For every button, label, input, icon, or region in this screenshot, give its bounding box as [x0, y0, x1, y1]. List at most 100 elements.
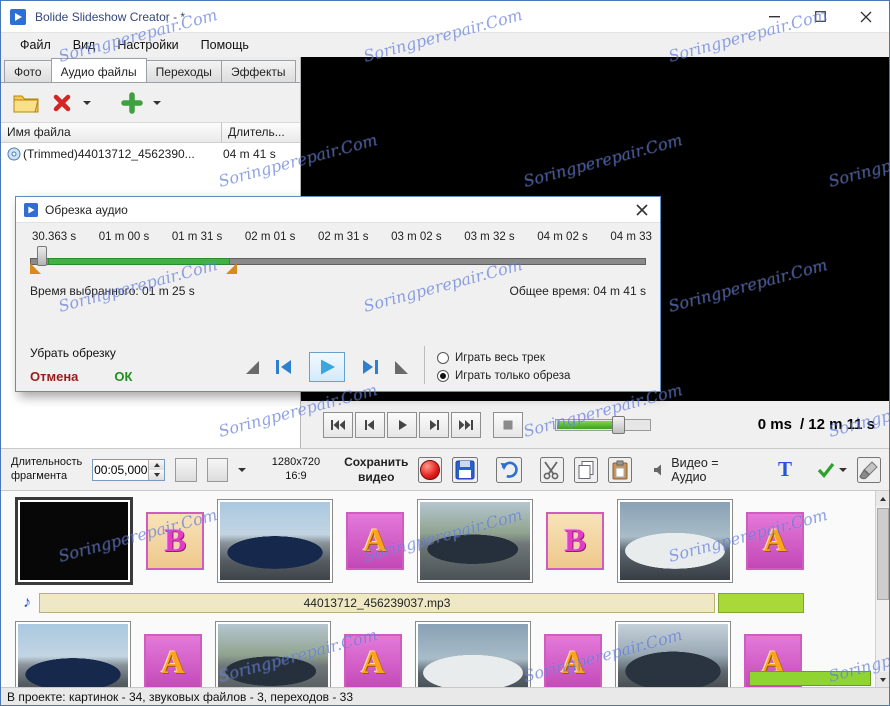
photo-thumb-2[interactable] [215, 621, 331, 687]
photo-thumb-2[interactable] [217, 499, 333, 583]
dialog-play-button[interactable] [309, 352, 345, 382]
scroll-down-arrow[interactable] [876, 672, 889, 687]
menu-item-0[interactable]: Файл [9, 35, 62, 55]
spin-down-button[interactable] [149, 469, 165, 480]
trim-audio-dialog: Обрезка аудио 30.363 s 01 m 00 s 01 m 31 s… [15, 196, 661, 392]
photo-thumb-6[interactable] [615, 621, 731, 687]
goto-end-button[interactable] [451, 411, 481, 438]
transition-tile-5[interactable]: B [546, 512, 604, 570]
trim-end-marker[interactable] [226, 263, 237, 274]
brush-tool-button[interactable] [857, 456, 881, 483]
delete-audio-button[interactable] [47, 88, 77, 118]
radio-play-full-track[interactable]: Играть весь трек [437, 352, 570, 364]
scroll-up-arrow[interactable] [876, 491, 889, 506]
next-frame-button[interactable] [419, 411, 449, 438]
apply-button[interactable] [816, 461, 847, 479]
tab-2[interactable]: Переходы [145, 60, 222, 82]
add-audio-button[interactable] [117, 88, 147, 118]
paste-button[interactable] [608, 456, 633, 483]
play-button[interactable] [387, 411, 417, 438]
tick-label-2: 01 m 31 s [171, 231, 223, 243]
volume-slider[interactable] [555, 415, 651, 434]
audio-segment-green-2[interactable] [749, 671, 871, 686]
delete-dropdown-caret[interactable] [83, 100, 91, 105]
stop-button[interactable] [493, 411, 523, 438]
dialog-skip-end-button[interactable] [358, 355, 382, 379]
time-display: 0 ms / 12 m 11 s [757, 416, 889, 433]
trim-start-marker[interactable] [30, 263, 41, 274]
set-start-marker-icon[interactable] [246, 360, 259, 374]
time-current: 0 ms [757, 416, 792, 433]
transition-tile-1[interactable]: B [146, 512, 204, 570]
close-button[interactable] [843, 1, 889, 32]
scrollbar-thumb[interactable] [877, 508, 889, 600]
audio-track-bar[interactable]: 44013712_456239037.mp3 [39, 593, 715, 613]
column-duration[interactable]: Длитель... [222, 123, 300, 142]
dialog-playback-controls [246, 352, 408, 384]
radio-play-trimmed-only[interactable]: Играть только обреза [437, 370, 570, 382]
photo-thumb-0[interactable] [15, 497, 133, 585]
transition-tile-1[interactable]: A [144, 634, 202, 687]
menu-item-2[interactable]: Настройки [106, 35, 189, 55]
undo-button[interactable] [496, 456, 523, 483]
add-dropdown-caret[interactable] [153, 100, 161, 105]
remove-trim-link[interactable]: Убрать обрезку [30, 346, 218, 360]
column-filename[interactable]: Имя файла [1, 123, 222, 142]
copy-button[interactable] [574, 456, 599, 483]
cancel-button[interactable]: Отмена [30, 369, 78, 384]
minimize-button[interactable] [751, 1, 797, 32]
apply-dropdown-caret[interactable] [838, 467, 847, 472]
dialog-ticks: 30.363 s 01 m 00 s 01 m 31 s 02 m 01 s 02 m … [16, 223, 660, 243]
slider-selected-range[interactable] [48, 258, 230, 265]
cut-button[interactable] [540, 456, 565, 483]
save-project-button[interactable] [452, 456, 479, 483]
selected-time-label: Время выбранного: 01 m 25 s [30, 284, 195, 298]
photo-thumb-4[interactable] [415, 621, 531, 687]
storyboard-row-1: BABA [15, 497, 889, 585]
status-text: В проекте: картинок - 34, звуковых файло… [7, 690, 354, 704]
transition-tile-3[interactable]: A [344, 634, 402, 687]
text-tool-button[interactable]: T [774, 457, 796, 482]
transition-tile-3[interactable]: A [346, 512, 404, 570]
open-folder-button[interactable] [11, 88, 41, 118]
brush-icon [859, 460, 878, 479]
photo-thumb-4[interactable] [417, 499, 533, 583]
volume-handle[interactable] [612, 415, 625, 434]
storyboard-scrollbar[interactable] [875, 491, 889, 687]
set-end-marker-icon[interactable] [395, 360, 408, 374]
color-button-1[interactable] [175, 457, 197, 482]
transition-letter: A [361, 644, 385, 681]
goto-start-button[interactable] [323, 411, 353, 438]
video-audio-toggle[interactable]: Видео = Аудио [652, 456, 746, 484]
dialog-close-icon[interactable] [632, 200, 652, 220]
color-dropdown-caret[interactable] [237, 467, 246, 472]
photo-thumb-6[interactable] [617, 499, 733, 583]
save-video-label[interactable]: Сохранить видео [344, 455, 408, 484]
menu-item-3[interactable]: Помощь [190, 35, 260, 55]
window-title: Bolide Slideshow Creator - * [35, 9, 186, 24]
radio-icon-checked[interactable] [437, 370, 449, 382]
tick-label-8: 04 m 33 [610, 231, 652, 243]
audio-segment-green[interactable] [718, 593, 804, 613]
tab-0[interactable]: Фото [4, 60, 52, 82]
record-button[interactable] [418, 456, 443, 483]
copy-icon [578, 460, 594, 479]
prev-frame-button[interactable] [355, 411, 385, 438]
menu-item-1[interactable]: Вид [62, 35, 107, 55]
dialog-skip-start-button[interactable] [272, 355, 296, 379]
photo-thumb-0[interactable] [15, 621, 131, 687]
resolution-label: 1280x720 16:9 [271, 456, 321, 482]
radio-icon-unchecked[interactable] [437, 352, 449, 364]
spin-up-button[interactable] [149, 459, 165, 470]
dialog-icon [24, 202, 38, 217]
fragment-duration-input[interactable] [93, 459, 149, 480]
transition-tile-7[interactable]: A [746, 512, 804, 570]
maximize-button[interactable] [797, 1, 843, 32]
tab-3[interactable]: Эффекты [220, 60, 296, 82]
color-button-2[interactable] [206, 457, 228, 482]
ok-button[interactable]: ОК [114, 369, 132, 384]
tab-1[interactable]: Аудио файлы [50, 58, 147, 82]
transition-tile-5[interactable]: A [544, 634, 602, 687]
file-row-0[interactable]: (Trimmed)44013712_4562390... 04 m 41 s [1, 143, 300, 165]
trim-slider [30, 246, 646, 276]
